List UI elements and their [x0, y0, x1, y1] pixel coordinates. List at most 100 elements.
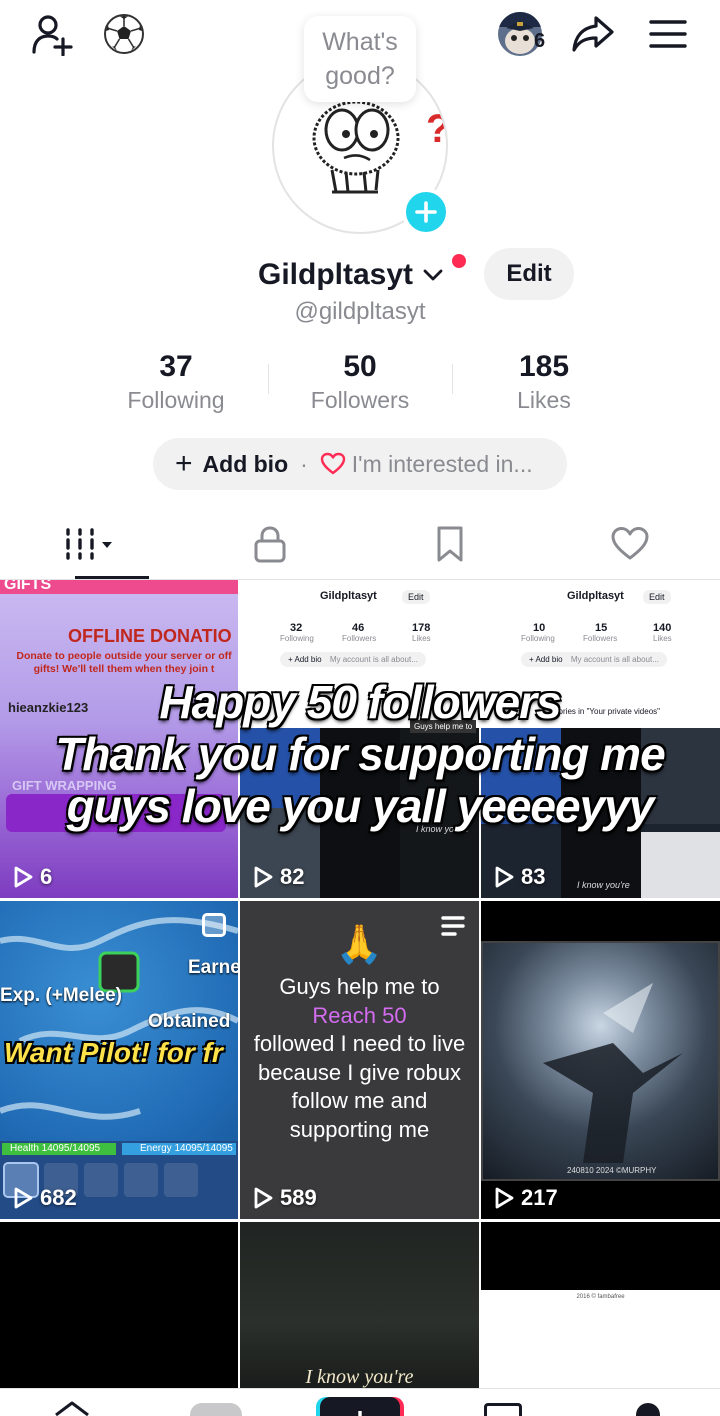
- mini-banner: Stories in "Your private videos": [551, 707, 660, 716]
- mini-stat-value: 178: [412, 622, 431, 634]
- view-count: 589: [252, 1185, 317, 1211]
- add-bio-button[interactable]: + Add bio: [175, 449, 288, 479]
- stat-label: Following: [127, 387, 225, 413]
- video-thumbnail[interactable]: 🙏 Guys help me to Reach 50 followed I ne…: [240, 901, 479, 1219]
- bottom-nav: [0, 1388, 720, 1416]
- thumb-gift-card: [6, 794, 226, 832]
- play-icon: [254, 866, 273, 888]
- stat-label: Followers: [310, 387, 410, 413]
- thumb-collage-blue: [481, 728, 561, 824]
- thumb-collage-dark: [320, 728, 400, 898]
- mini-small-caption: I know you're: [577, 880, 630, 890]
- heart-icon: [611, 526, 649, 559]
- add-friend-icon[interactable]: [26, 8, 78, 60]
- stat-likes[interactable]: 185 Likes: [452, 348, 636, 418]
- video-thumbnail[interactable]: 240810 2024 ©MURPHY 217: [481, 901, 720, 1219]
- share-icon[interactable]: [568, 10, 618, 58]
- game-obtained: Obtained: [148, 1011, 231, 1032]
- caption-line: Guys help me to: [279, 974, 440, 999]
- interests-button[interactable]: I'm interested in...: [320, 451, 533, 478]
- thumb-banner: GIFTS: [4, 580, 52, 593]
- svg-text:?: ?: [426, 107, 448, 151]
- mini-stat-label: Likes: [412, 634, 431, 643]
- stat-value: 185: [518, 350, 570, 383]
- edit-profile-button[interactable]: Edit: [484, 248, 574, 300]
- create-button[interactable]: [320, 1397, 400, 1416]
- prayer-emoji: 🙏: [335, 924, 384, 966]
- username-row[interactable]: Gildpltasyt: [258, 250, 445, 300]
- video-thumbnail[interactable]: [0, 1222, 238, 1388]
- stat-followers[interactable]: 50 Followers: [268, 348, 452, 418]
- tab-private[interactable]: [180, 508, 360, 579]
- thumb-title: OFFLINE DONATIO: [68, 626, 232, 646]
- mini-stat-value: 10: [533, 622, 546, 634]
- game-health: Health 14095/14095: [10, 1143, 101, 1154]
- heart-outline-icon: [320, 452, 345, 475]
- mini-stat-value: 32: [290, 622, 303, 634]
- video-thumbnail[interactable]: I know you're: [240, 1222, 479, 1388]
- thumb-collage-slate: [641, 728, 720, 824]
- game-earned: Earne: [188, 957, 238, 978]
- profile-nav-icon[interactable]: [636, 1403, 660, 1416]
- tab-saved[interactable]: [360, 508, 540, 579]
- view-count-value: 83: [521, 864, 546, 889]
- interests-label: I'm interested in...: [351, 450, 533, 477]
- game-title: Want Pilot! for fr: [4, 1037, 223, 1068]
- view-count: 217: [493, 1185, 558, 1211]
- soccer-ball-icon[interactable]: [100, 10, 148, 58]
- view-count-value: 589: [280, 1185, 317, 1210]
- status-bubble[interactable]: What's good?: [304, 16, 416, 102]
- mini-bio-extra: My account is all about...: [570, 655, 659, 664]
- bio-pill: + Add bio · I'm interested in...: [153, 438, 567, 490]
- play-icon: [254, 1187, 273, 1209]
- text-post-caption: Guys help me to Reach 50 followed I need…: [248, 973, 471, 1144]
- video-thumbnail[interactable]: 2016 © fambafree: [481, 1222, 720, 1388]
- tab-liked[interactable]: [540, 508, 720, 579]
- video-thumbnail[interactable]: Gildpltasyt Edit 32 Following 46 Followe…: [240, 580, 479, 898]
- chevron-down-icon[interactable]: [421, 263, 445, 287]
- menu-icon[interactable]: [644, 12, 692, 56]
- thumb-figure: [543, 983, 683, 1163]
- stat-value: 50: [343, 350, 377, 383]
- thumb-caption: 2016 © fambafree: [576, 1294, 625, 1300]
- profile-stats: 37 Following 50 Followers 185 Likes: [84, 348, 636, 418]
- mini-edit: Edit: [402, 590, 430, 604]
- thumb-user: hieanzkie123: [8, 700, 89, 715]
- thumb-collage-black: [400, 728, 479, 898]
- multi-image-icon: [202, 913, 226, 937]
- thumb-collage-dark: [561, 728, 641, 898]
- view-count-value: 217: [521, 1185, 558, 1210]
- stat-following[interactable]: 37 Following: [84, 348, 268, 418]
- user-handle: @gildpltasyt: [294, 298, 426, 325]
- video-thumbnail[interactable]: GIFTS OFFLINE DONATIO Donate to people o…: [0, 580, 238, 898]
- mini-stat-label: Followers: [342, 634, 377, 643]
- view-count: 6: [12, 864, 52, 890]
- thumb-collage-blue: [240, 728, 320, 808]
- game-energy: Energy 14095/14095: [140, 1143, 233, 1154]
- home-icon[interactable]: [52, 1399, 92, 1416]
- play-icon: [14, 866, 33, 888]
- mini-stat-label: Following: [521, 634, 555, 643]
- play-icon: [14, 1187, 33, 1209]
- stat-value: 37: [159, 350, 193, 383]
- videos-grid-icon: [66, 527, 112, 560]
- friends-icon[interactable]: [190, 1403, 242, 1416]
- account-notification-count: 6: [534, 30, 546, 52]
- thumb-artwork: 240810 2024 ©MURPHY: [481, 941, 720, 1181]
- mini-stat-label: Likes: [653, 634, 672, 643]
- mini-edit: Edit: [643, 590, 671, 604]
- mini-username: Gildpltasyt: [320, 590, 377, 602]
- video-thumbnail[interactable]: Earne Exp. (+Melee) Obtained Want Pilot!…: [0, 901, 238, 1219]
- thumb-footer: GIFT WRAPPING: [12, 778, 117, 793]
- inbox-icon[interactable]: [484, 1403, 522, 1416]
- notification-dot: [452, 254, 466, 268]
- lock-icon: [254, 525, 286, 562]
- play-icon: [495, 1187, 514, 1209]
- plus-icon: +: [175, 447, 193, 480]
- add-story-plus-icon[interactable]: [402, 188, 450, 236]
- tab-videos[interactable]: [0, 508, 180, 579]
- bio-separator: ·: [300, 450, 308, 477]
- video-thumbnail[interactable]: Gildpltasyt Edit 10 Following 15 Followe…: [481, 580, 720, 898]
- mini-stat-value: 46: [352, 622, 365, 634]
- view-count-value: 6: [40, 864, 53, 889]
